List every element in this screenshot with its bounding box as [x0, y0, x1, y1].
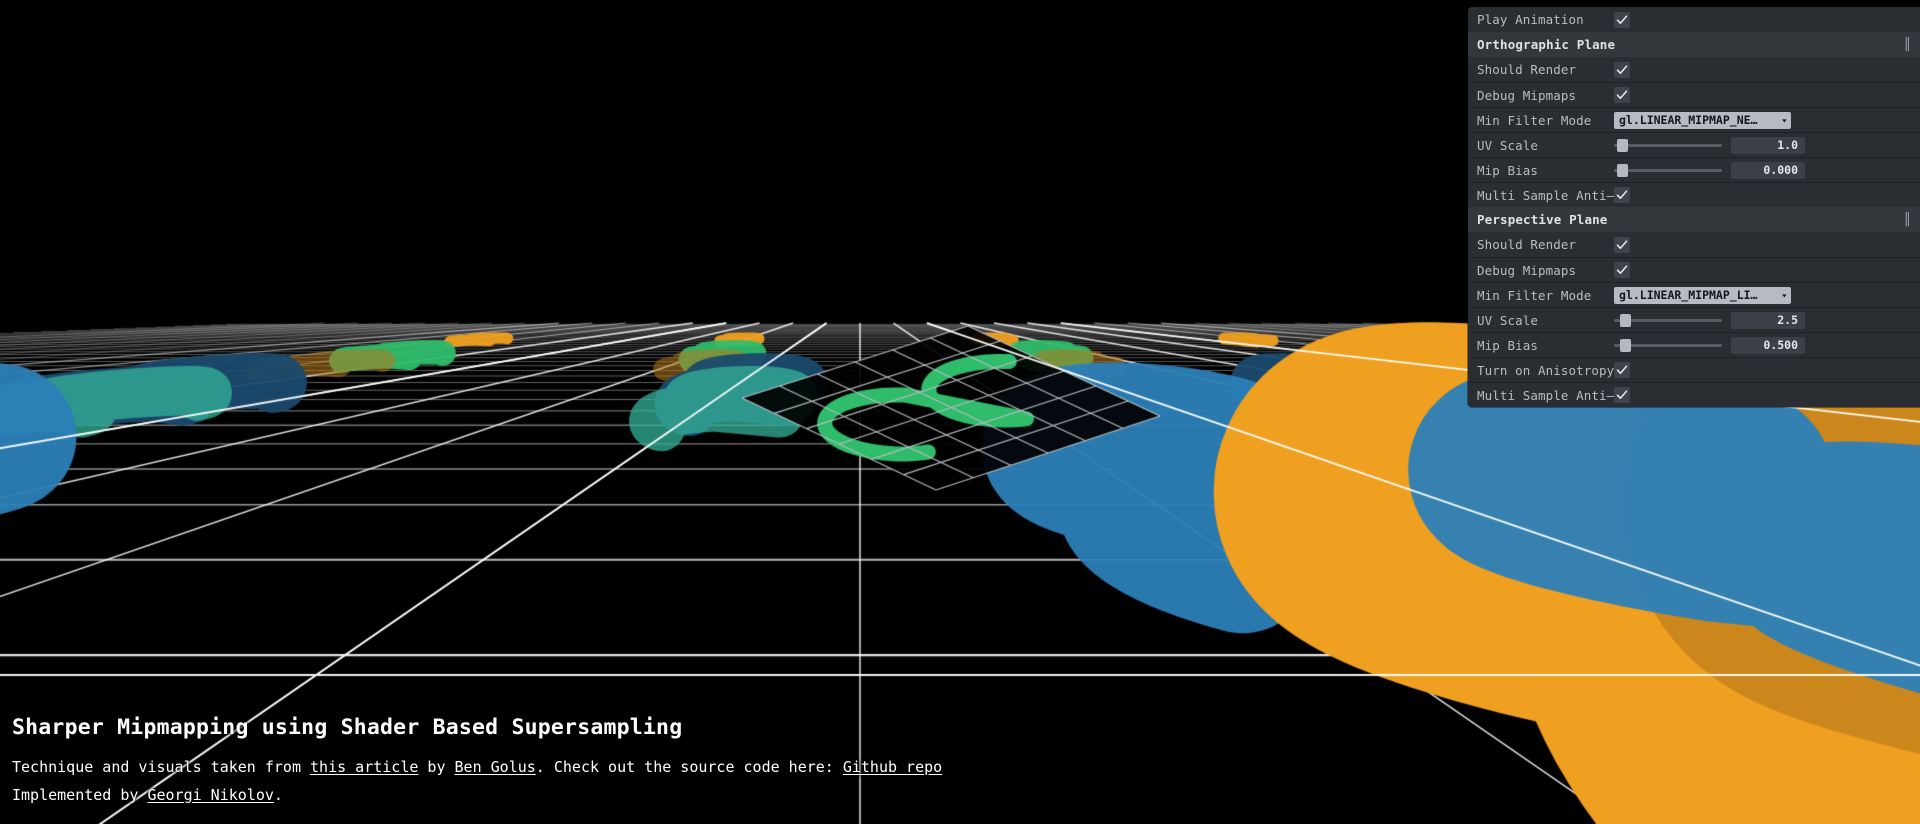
gui-row-label: Turn on Anisotropy Filtering (16x): [1477, 362, 1614, 378]
select-value: gl.LINEAR_MIPMAP_NE…: [1619, 113, 1758, 127]
gui-row-slider[interactable]: UV Scale 1.0: [1468, 132, 1920, 157]
article-link[interactable]: this article: [310, 758, 418, 776]
gui-row-label: Should Render: [1477, 237, 1577, 252]
gui-row-checkbox[interactable]: Should Render: [1468, 232, 1920, 257]
gui-row-label: Min Filter Mode: [1477, 112, 1592, 128]
select-value: gl.LINEAR_MIPMAP_LI…: [1619, 288, 1758, 302]
checkbox-1-0[interactable]: [1614, 236, 1630, 253]
slider-0-4[interactable]: [1614, 163, 1722, 177]
number-field-1-4[interactable]: 0.500: [1731, 336, 1805, 354]
gui-row-checkbox[interactable]: Multi Sample Anti–Aliasing: [1468, 182, 1920, 207]
github-repo-link[interactable]: Github repo: [843, 758, 942, 776]
gui-row-label: Multi Sample Anti–Aliasing: [1477, 387, 1614, 403]
checkbox-1-6[interactable]: [1614, 387, 1630, 403]
gui-control-panel[interactable]: Play Animation Orthographic Plane ‖ Should …: [1468, 7, 1920, 407]
number-field-0-4[interactable]: 0.000: [1731, 161, 1805, 179]
gui-row-label: Min Filter Mode: [1477, 287, 1592, 303]
number-field-0-3[interactable]: 1.0: [1731, 136, 1805, 154]
gui-row-select[interactable]: Min Filter Mode gl.LINEAR_MIPMAP_NE… ▾: [1468, 107, 1920, 132]
checkbox-0-0[interactable]: [1614, 61, 1630, 78]
select-0-2[interactable]: gl.LINEAR_MIPMAP_NE… ▾: [1614, 111, 1791, 129]
collapse-icon[interactable]: ‖: [1905, 212, 1911, 228]
webgl-demo-stage: Sharper Mipmapping using Shader Based Su…: [0, 0, 1920, 824]
number-field-1-3[interactable]: 2.5: [1731, 311, 1805, 329]
slider-1-3[interactable]: [1614, 313, 1722, 327]
implementation-line: Implemented by Georgi Nikolov.: [12, 784, 942, 807]
slider-0-3[interactable]: [1614, 138, 1722, 152]
checkbox-play-animation[interactable]: [1614, 11, 1630, 28]
impl-suffix: .: [273, 785, 283, 804]
gui-row-label: UV Scale: [1477, 312, 1539, 328]
slider-1-4[interactable]: [1614, 338, 1722, 352]
gui-row-label: UV Scale: [1477, 137, 1539, 153]
gui-row-label: Should Render: [1477, 62, 1577, 77]
collapse-icon[interactable]: ‖: [1905, 37, 1911, 53]
chevron-down-icon: ▾: [1781, 290, 1788, 300]
checkbox-0-5[interactable]: [1614, 187, 1630, 203]
credit-by: by: [418, 757, 455, 776]
gui-row-label: Mip Bias: [1477, 162, 1539, 178]
gui-folder-title: Perspective Plane: [1477, 212, 1608, 227]
slider-knob[interactable]: [1619, 338, 1631, 352]
gui-row-label: Debug Mipmaps: [1477, 262, 1577, 278]
gui-row-checkbox[interactable]: Should Render: [1468, 57, 1920, 82]
gui-row-label: Debug Mipmaps: [1477, 87, 1577, 103]
credit-middle: . Check out the source code here:: [535, 757, 843, 776]
info-overlay: Sharper Mipmapping using Shader Based Su…: [12, 716, 942, 812]
impl-prefix: Implemented by: [12, 785, 148, 804]
gui-row-label: Multi Sample Anti–Aliasing: [1477, 187, 1614, 203]
gui-folder-header-1[interactable]: Perspective Plane ‖: [1468, 207, 1920, 232]
gui-row-label: Mip Bias: [1477, 337, 1539, 353]
slider-knob[interactable]: [1617, 138, 1629, 152]
gui-row-slider[interactable]: Mip Bias 0.500: [1468, 332, 1920, 357]
select-1-2[interactable]: gl.LINEAR_MIPMAP_LI… ▾: [1614, 286, 1791, 304]
chevron-down-icon: ▾: [1781, 115, 1788, 125]
slider-knob[interactable]: [1617, 163, 1629, 177]
author-link[interactable]: Ben Golus: [455, 758, 536, 776]
gui-row-checkbox[interactable]: Debug Mipmaps: [1468, 82, 1920, 107]
gui-row-label: Play Animation: [1477, 12, 1584, 27]
credit-line: Technique and visuals taken from this ar…: [12, 756, 942, 779]
gui-row-slider[interactable]: UV Scale 2.5: [1468, 307, 1920, 332]
credit-prefix: Technique and visuals taken from: [12, 757, 311, 776]
slider-knob[interactable]: [1619, 313, 1631, 327]
gui-row-checkbox[interactable]: Play Animation: [1468, 7, 1920, 32]
checkbox-0-1[interactable]: [1614, 87, 1630, 103]
gui-row-slider[interactable]: Mip Bias 0.000: [1468, 157, 1920, 182]
checkbox-1-5[interactable]: [1614, 362, 1630, 378]
page-title: Sharper Mipmapping using Shader Based Su…: [12, 714, 683, 740]
gui-row-checkbox[interactable]: Turn on Anisotropy Filtering (16x): [1468, 357, 1920, 382]
checkbox-1-1[interactable]: [1614, 262, 1630, 278]
gui-folder-title: Orthographic Plane: [1477, 37, 1616, 52]
gui-row-checkbox[interactable]: Multi Sample Anti–Aliasing: [1468, 382, 1920, 407]
gui-row-select[interactable]: Min Filter Mode gl.LINEAR_MIPMAP_LI… ▾: [1468, 282, 1920, 307]
implementer-link[interactable]: Georgi Nikolov: [147, 786, 273, 804]
gui-row-checkbox[interactable]: Debug Mipmaps: [1468, 257, 1920, 282]
gui-folder-header-0[interactable]: Orthographic Plane ‖: [1468, 32, 1920, 57]
